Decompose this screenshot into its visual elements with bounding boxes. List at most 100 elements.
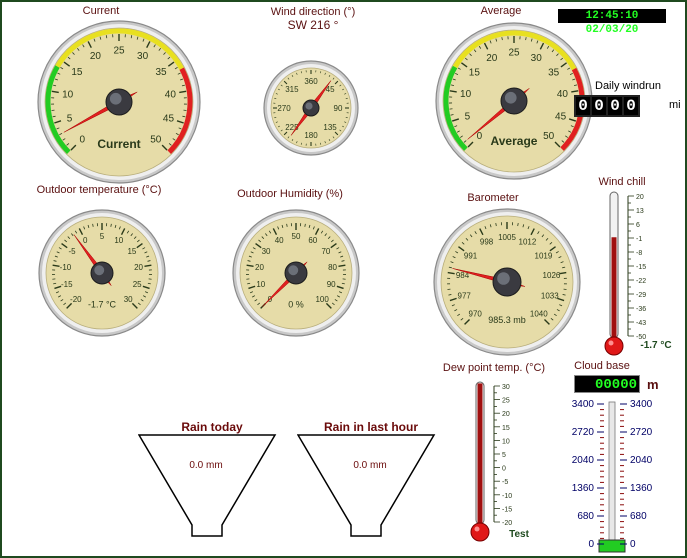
gauge-tick-label: 90 — [327, 280, 336, 289]
gauge-face-label: 985.3 mb — [488, 315, 526, 325]
dew-point-thermometer: 30 25 20 15 10 5 0 -5 -10 -15 -20 — [470, 381, 512, 542]
gauge-tick-label: 40 — [275, 236, 284, 245]
gauge-minor-tick — [495, 222, 497, 227]
gauge-minor-tick — [286, 223, 288, 227]
thermometer-tick-label: 20 — [636, 194, 644, 201]
gauge-tick-label: 5 — [465, 112, 471, 123]
thermometer-tick-label: 6 — [636, 222, 640, 229]
gauge-tick-label: 1040 — [530, 310, 548, 319]
gauge-tick-label: 970 — [469, 310, 483, 319]
gauge-tick-label: 0 — [477, 131, 483, 142]
thermometer-tick-label: 0 — [502, 466, 506, 473]
gauge-tick-label: 45 — [555, 112, 567, 123]
gauge-tick-label: 10 — [256, 280, 265, 289]
gauge-tick-label: 10 — [62, 89, 74, 100]
gauge-minor-tick — [517, 222, 519, 227]
gauge-tick-label: 30 — [531, 53, 543, 64]
dew-point-value: Test — [509, 529, 529, 540]
cloud-base-tick-label: 3400 — [630, 399, 653, 410]
gauge-face-label: -1.7 °C — [88, 300, 117, 310]
cloud-base-tube — [608, 401, 616, 547]
gauge-tick-label: 1019 — [535, 251, 553, 260]
cloud-base-tick-label: 0 — [630, 539, 636, 550]
compass-label: 90 — [334, 104, 343, 113]
wind-chill-thermometer: 20136-1-8-15-22-29-36-43-50 — [604, 191, 646, 356]
thermometer-tick-label: 10 — [502, 438, 510, 445]
gauge-tick-label: 70 — [321, 247, 330, 256]
gauge-tick-label: 35 — [548, 68, 560, 79]
thermometer-tick-label: 13 — [636, 208, 644, 215]
dew-point-title: Dew point temp. (°C) — [442, 362, 546, 374]
rain-last-hour-value: 0.0 mm — [353, 460, 387, 471]
gauge-tick-label: 977 — [458, 292, 472, 301]
rain-today-value: 0.0 mm — [189, 460, 223, 471]
compass-label: 315 — [285, 85, 299, 94]
cloud-base-unit: m — [647, 377, 659, 392]
wind-direction-subtitle: SW 216 ° — [287, 18, 339, 32]
outdoor-temp-title: Outdoor temperature (°C) — [36, 184, 162, 196]
thermometer-tick-label: 15 — [502, 425, 510, 432]
wind-chill-value: -1.7 °C — [640, 340, 672, 351]
humidity-title: Outdoor Humidity (%) — [237, 188, 343, 200]
gauge-tick-label: 50 — [543, 131, 555, 142]
current-gauge: 05 10 15 20 25 30 35 40 4550 Current — [37, 20, 201, 184]
gauge-tick-label: 998 — [480, 238, 494, 247]
thermometer-bulb-highlight — [474, 526, 480, 532]
thermometer-tick-label: -8 — [636, 250, 642, 257]
compass-label: 270 — [277, 104, 291, 113]
gauge-tick-label: 10 — [460, 89, 472, 100]
windrun-digit: 0 — [608, 97, 622, 115]
gauge-hub-highlight — [109, 92, 122, 105]
windrun-digit: 0 — [624, 97, 638, 115]
gauge-minor-tick — [110, 223, 112, 227]
cloud-base-tick-label: 680 — [577, 511, 594, 522]
current-gauge-title: Current — [82, 5, 120, 17]
cloud-base-tick-label: 1360 — [572, 483, 595, 494]
rain-today-funnel — [138, 434, 277, 537]
cloud-base-tick-label: 1360 — [630, 483, 653, 494]
compass-label: 360 — [304, 77, 318, 86]
thermometer-mercury — [477, 383, 483, 528]
gauge-tick-label: 40 — [165, 89, 177, 100]
compass-label: 180 — [304, 131, 318, 140]
gauge-tick-label: 1012 — [519, 238, 537, 247]
wind-direction-title: Wind direction (°) — [270, 6, 356, 18]
gauge-tick-label: 20 — [486, 53, 498, 64]
thermometer-tick-label: -36 — [636, 306, 646, 313]
gauge-hub-highlight — [497, 272, 510, 285]
thermometer-tick-label: 25 — [502, 398, 510, 405]
gauge-tick-label: 80 — [328, 263, 337, 272]
gauge-face-label: 0 % — [288, 300, 304, 310]
gauge-tick-label: 30 — [262, 247, 271, 256]
gauge-tick-label: 20 — [255, 263, 264, 272]
outdoor-temp-gauge: -20 -15 -10 -5 0 5 10 15 20 2530 -1.7 °C — [38, 209, 166, 337]
windrun-title: Daily windrun — [595, 80, 662, 92]
thermometer-tick-label: -1 — [636, 236, 642, 243]
gauge-face-label: Average — [491, 134, 538, 148]
gauge-tick-label: 25 — [508, 48, 520, 59]
wind-direction-gauge: 3604590135180225270315 — [263, 60, 359, 156]
gauge-minor-tick — [525, 37, 527, 41]
gauge-tick-label: -10 — [60, 263, 72, 272]
thermometer-tick-label: 20 — [502, 411, 510, 418]
gauge-tick-label: 0 — [79, 134, 85, 145]
thermometer-tick-label: -10 — [502, 493, 512, 500]
gauge-tick-label: 15 — [127, 247, 136, 256]
average-gauge: 05101520 25 3035404550Average — [435, 22, 593, 180]
gauge-tick-label: 20 — [90, 51, 102, 62]
windrun-digit: 0 — [592, 97, 606, 115]
gauge-hub-highlight — [504, 91, 517, 104]
thermometer-tick-label: 30 — [502, 384, 510, 391]
gauge-minor-tick — [304, 223, 306, 227]
gauge-tick-label: 25 — [113, 46, 125, 57]
thermometer-tick-label: -22 — [636, 278, 646, 285]
gauge-tick-label: 35 — [156, 67, 168, 78]
gauge-minor-tick — [130, 35, 133, 39]
barometer-title: Barometer — [467, 192, 519, 204]
windrun-digit: 0 — [576, 97, 590, 115]
thermometer-tick-label: -43 — [636, 320, 646, 327]
gauge-tick-label: 1033 — [541, 292, 559, 301]
barometer-gauge: 9709779849919981005101210191026103310409… — [433, 208, 581, 356]
gauge-tick-label: 60 — [308, 236, 317, 245]
gauge-tick-label: 20 — [134, 263, 143, 272]
